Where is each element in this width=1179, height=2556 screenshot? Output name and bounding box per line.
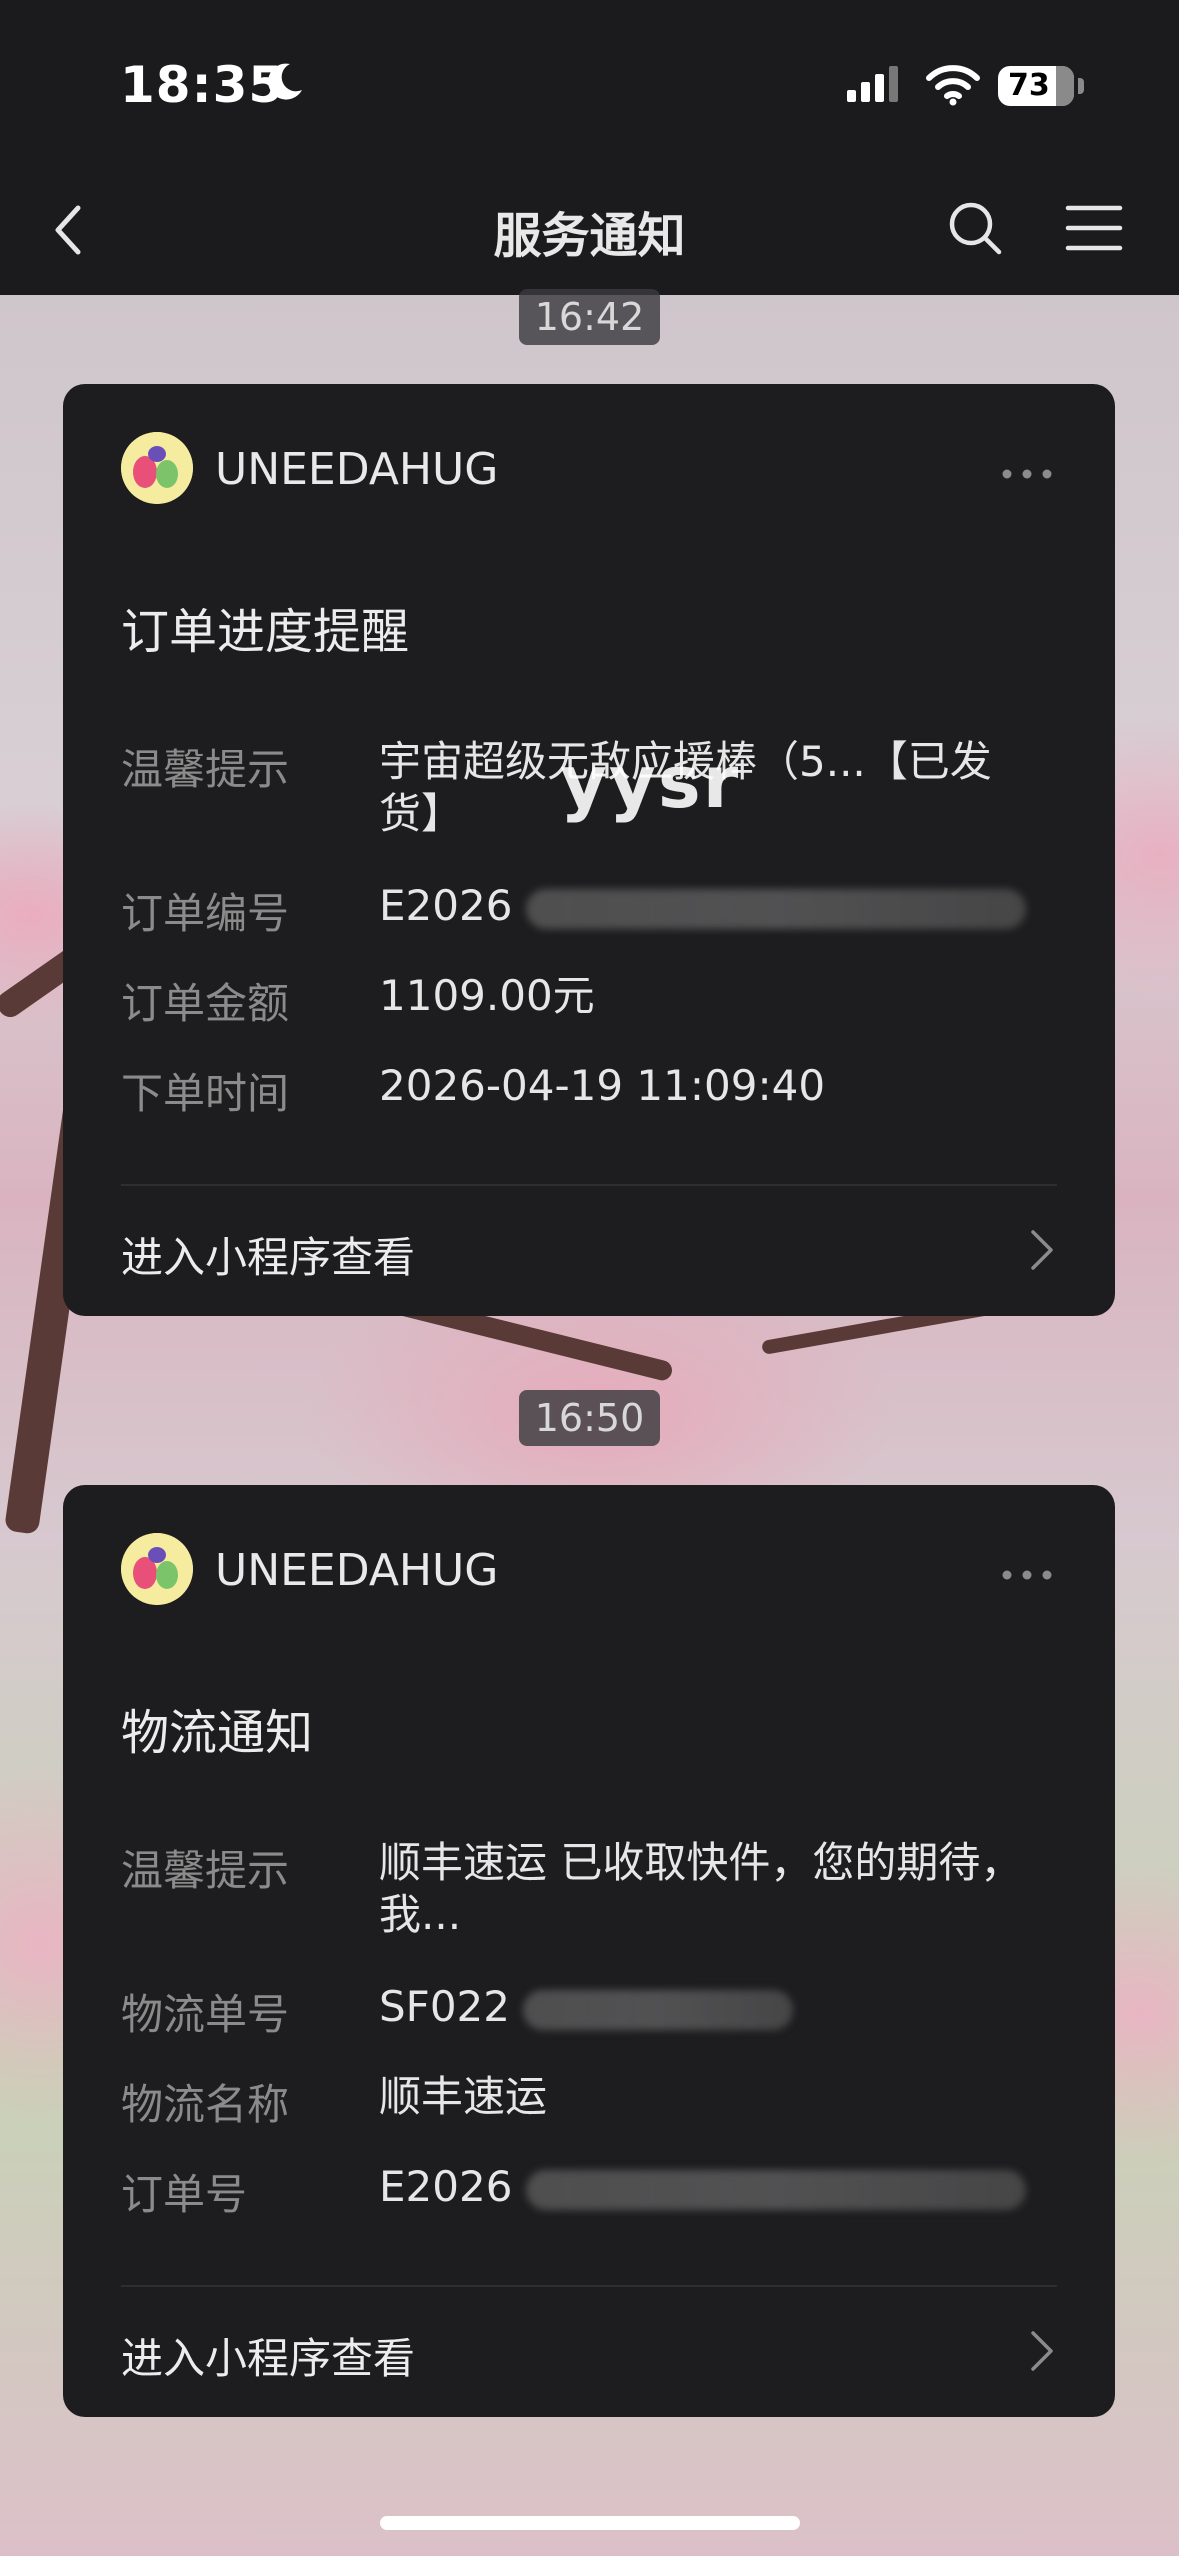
card-title: 物流通知	[121, 1705, 314, 1761]
watermark: yysr	[560, 740, 741, 824]
card-title: 订单进度提醒	[121, 604, 410, 660]
battery-tip	[1078, 78, 1084, 94]
tracking-number-value: SF022	[379, 1982, 510, 2031]
order-number-value: E2026	[379, 881, 513, 930]
row-value: 顺丰速运 已收取快件，您的期待，我...	[379, 1838, 1023, 1939]
cellular-signal-icon	[847, 66, 898, 102]
row-label: 物流单号	[121, 1990, 290, 2039]
detail-row: 订单金额 1109.00元	[121, 970, 1061, 1028]
clock: 18:35	[120, 56, 285, 114]
row-label: 下单时间	[121, 1069, 290, 1118]
row-value: 顺丰速运	[379, 2072, 548, 2121]
avatar[interactable]	[121, 1533, 193, 1605]
status-bar: 18:35 73	[0, 0, 1179, 170]
order-number-value: E2026	[379, 2162, 513, 2211]
search-icon[interactable]	[945, 198, 1005, 258]
redacted-blur	[523, 1989, 794, 2030]
notification-card-order-progress[interactable]: UNEEDAHUG 订单进度提醒 温馨提示 宇宙超级无敌应援棒（5...【已发货…	[63, 384, 1115, 1316]
message-timestamp: 16:50	[519, 1390, 660, 1446]
divider	[121, 2285, 1057, 2287]
row-label: 订单编号	[121, 889, 290, 938]
row-label: 温馨提示	[121, 1846, 290, 1895]
detail-row: 物流单号 SF022	[121, 1981, 1061, 2039]
notification-card-logistics[interactable]: UNEEDAHUG 物流通知 温馨提示 顺丰速运 已收取快件，您的期待，我...…	[63, 1485, 1115, 2417]
home-indicator[interactable]	[380, 2516, 800, 2530]
battery-indicator: 73	[998, 66, 1074, 106]
row-value: 1109.00元	[379, 971, 595, 1020]
redacted-blur	[525, 2169, 1026, 2210]
row-label: 订单号	[121, 2170, 248, 2219]
open-mini-program-link[interactable]: 进入小程序查看	[121, 2325, 415, 2386]
detail-row: 物流名称 顺丰速运	[121, 2071, 1061, 2129]
moon-icon	[268, 63, 302, 100]
row-label: 温馨提示	[121, 745, 290, 794]
divider	[121, 1184, 1057, 1186]
chevron-right-icon[interactable]	[1029, 2329, 1055, 2373]
row-label: 物流名称	[121, 2080, 290, 2129]
detail-row: 下单时间 2026-04-19 11:09:40	[121, 1060, 1061, 1118]
sender-name[interactable]: UNEEDAHUG	[215, 1545, 498, 1596]
avatar[interactable]	[121, 432, 193, 504]
nav-bar: 服务通知	[0, 170, 1179, 295]
message-timestamp: 16:42	[519, 289, 660, 345]
row-value: 2026-04-19 11:09:40	[379, 1061, 826, 1110]
open-mini-program-link[interactable]: 进入小程序查看	[121, 1224, 415, 1285]
row-label: 订单金额	[121, 979, 290, 1028]
sender-name[interactable]: UNEEDAHUG	[215, 444, 498, 495]
more-options-icon[interactable]	[999, 466, 1055, 482]
battery-level: 73	[1008, 68, 1050, 103]
detail-row: 订单编号 E2026	[121, 880, 1061, 938]
row-value-wrapper: E2026	[379, 880, 1039, 932]
detail-row: 温馨提示 顺丰速运 已收取快件，您的期待，我...	[121, 1837, 1061, 1947]
menu-icon[interactable]	[1064, 202, 1124, 254]
more-options-icon[interactable]	[999, 1567, 1055, 1583]
wifi-icon	[926, 65, 980, 106]
redacted-blur	[525, 888, 1026, 929]
row-value-wrapper: SF022	[379, 1981, 1039, 2033]
screen: 18:35 73 服务通知 16:42 UNEEDAHUG 订单进度提醒 温馨提…	[0, 0, 1179, 2556]
row-value-wrapper: E2026	[379, 2161, 1039, 2213]
detail-row: 订单号 E2026	[121, 2161, 1061, 2219]
chevron-right-icon[interactable]	[1029, 1228, 1055, 1272]
